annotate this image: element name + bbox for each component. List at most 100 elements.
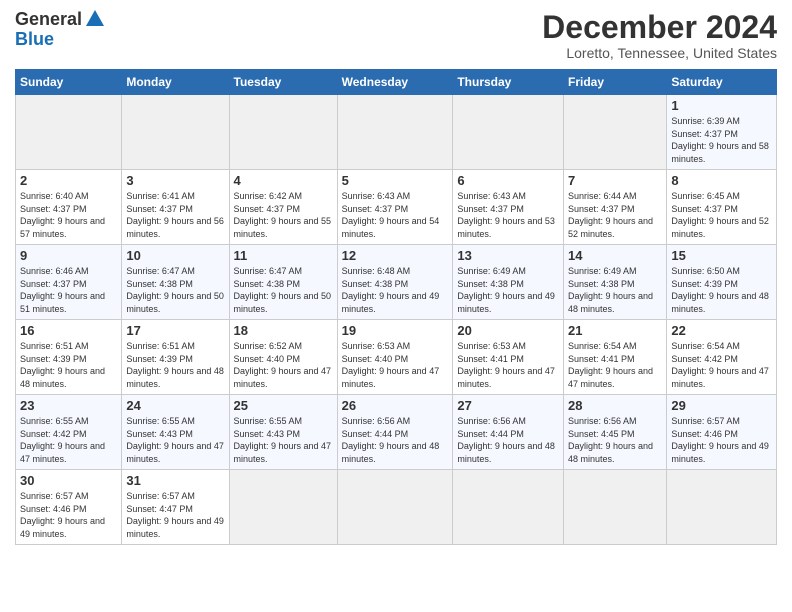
day-number: 10 xyxy=(126,248,224,263)
calendar-cell: 31 Sunrise: 6:57 AM Sunset: 4:47 PM Dayl… xyxy=(122,470,229,545)
header: General Blue December 2024 Loretto, Tenn… xyxy=(15,10,777,61)
day-info: Sunrise: 6:56 AM Sunset: 4:44 PM Dayligh… xyxy=(342,415,449,465)
day-info: Sunrise: 6:43 AM Sunset: 4:37 PM Dayligh… xyxy=(342,190,449,240)
calendar-cell: 21 Sunrise: 6:54 AM Sunset: 4:41 PM Dayl… xyxy=(564,320,667,395)
calendar-cell: 6 Sunrise: 6:43 AM Sunset: 4:37 PM Dayli… xyxy=(453,170,564,245)
day-info: Sunrise: 6:39 AM Sunset: 4:37 PM Dayligh… xyxy=(671,115,772,165)
day-number: 20 xyxy=(457,323,559,338)
day-info: Sunrise: 6:57 AM Sunset: 4:46 PM Dayligh… xyxy=(671,415,772,465)
calendar-cell: 16 Sunrise: 6:51 AM Sunset: 4:39 PM Dayl… xyxy=(16,320,122,395)
day-number: 13 xyxy=(457,248,559,263)
day-info: Sunrise: 6:48 AM Sunset: 4:38 PM Dayligh… xyxy=(342,265,449,315)
calendar-row: 30 Sunrise: 6:57 AM Sunset: 4:46 PM Dayl… xyxy=(16,470,777,545)
calendar-cell: 15 Sunrise: 6:50 AM Sunset: 4:39 PM Dayl… xyxy=(667,245,777,320)
day-number: 8 xyxy=(671,173,772,188)
calendar-cell: 11 Sunrise: 6:47 AM Sunset: 4:38 PM Dayl… xyxy=(229,245,337,320)
day-info: Sunrise: 6:49 AM Sunset: 4:38 PM Dayligh… xyxy=(568,265,662,315)
calendar-cell xyxy=(122,95,229,170)
day-number: 7 xyxy=(568,173,662,188)
col-sunday: Sunday xyxy=(16,70,122,95)
day-number: 11 xyxy=(234,248,333,263)
day-info: Sunrise: 6:44 AM Sunset: 4:37 PM Dayligh… xyxy=(568,190,662,240)
calendar-row: 16 Sunrise: 6:51 AM Sunset: 4:39 PM Dayl… xyxy=(16,320,777,395)
col-friday: Friday xyxy=(564,70,667,95)
calendar-row: 1 Sunrise: 6:39 AM Sunset: 4:37 PM Dayli… xyxy=(16,95,777,170)
day-number: 24 xyxy=(126,398,224,413)
calendar-cell: 24 Sunrise: 6:55 AM Sunset: 4:43 PM Dayl… xyxy=(122,395,229,470)
day-info: Sunrise: 6:55 AM Sunset: 4:42 PM Dayligh… xyxy=(20,415,117,465)
logo-icon xyxy=(84,8,106,30)
day-number: 1 xyxy=(671,98,772,113)
day-number: 19 xyxy=(342,323,449,338)
calendar-cell: 29 Sunrise: 6:57 AM Sunset: 4:46 PM Dayl… xyxy=(667,395,777,470)
calendar-cell xyxy=(453,470,564,545)
calendar-cell: 12 Sunrise: 6:48 AM Sunset: 4:38 PM Dayl… xyxy=(337,245,453,320)
day-info: Sunrise: 6:49 AM Sunset: 4:38 PM Dayligh… xyxy=(457,265,559,315)
logo-general: General xyxy=(15,10,82,30)
calendar-cell: 26 Sunrise: 6:56 AM Sunset: 4:44 PM Dayl… xyxy=(337,395,453,470)
day-info: Sunrise: 6:57 AM Sunset: 4:46 PM Dayligh… xyxy=(20,490,117,540)
calendar-row: 2 Sunrise: 6:40 AM Sunset: 4:37 PM Dayli… xyxy=(16,170,777,245)
day-info: Sunrise: 6:54 AM Sunset: 4:41 PM Dayligh… xyxy=(568,340,662,390)
day-info: Sunrise: 6:42 AM Sunset: 4:37 PM Dayligh… xyxy=(234,190,333,240)
col-thursday: Thursday xyxy=(453,70,564,95)
day-info: Sunrise: 6:57 AM Sunset: 4:47 PM Dayligh… xyxy=(126,490,224,540)
calendar-cell xyxy=(564,95,667,170)
day-info: Sunrise: 6:56 AM Sunset: 4:44 PM Dayligh… xyxy=(457,415,559,465)
calendar-cell: 7 Sunrise: 6:44 AM Sunset: 4:37 PM Dayli… xyxy=(564,170,667,245)
day-info: Sunrise: 6:43 AM Sunset: 4:37 PM Dayligh… xyxy=(457,190,559,240)
day-number: 22 xyxy=(671,323,772,338)
day-info: Sunrise: 6:47 AM Sunset: 4:38 PM Dayligh… xyxy=(234,265,333,315)
day-info: Sunrise: 6:51 AM Sunset: 4:39 PM Dayligh… xyxy=(126,340,224,390)
logo-blue: Blue xyxy=(15,30,54,50)
calendar-cell: 3 Sunrise: 6:41 AM Sunset: 4:37 PM Dayli… xyxy=(122,170,229,245)
day-info: Sunrise: 6:50 AM Sunset: 4:39 PM Dayligh… xyxy=(671,265,772,315)
day-number: 12 xyxy=(342,248,449,263)
day-number: 4 xyxy=(234,173,333,188)
month-title: December 2024 xyxy=(542,10,777,45)
day-info: Sunrise: 6:55 AM Sunset: 4:43 PM Dayligh… xyxy=(126,415,224,465)
day-info: Sunrise: 6:45 AM Sunset: 4:37 PM Dayligh… xyxy=(671,190,772,240)
day-number: 27 xyxy=(457,398,559,413)
calendar-cell: 28 Sunrise: 6:56 AM Sunset: 4:45 PM Dayl… xyxy=(564,395,667,470)
calendar-cell xyxy=(229,470,337,545)
calendar-cell: 30 Sunrise: 6:57 AM Sunset: 4:46 PM Dayl… xyxy=(16,470,122,545)
calendar-cell: 2 Sunrise: 6:40 AM Sunset: 4:37 PM Dayli… xyxy=(16,170,122,245)
calendar-cell xyxy=(453,95,564,170)
calendar-cell: 9 Sunrise: 6:46 AM Sunset: 4:37 PM Dayli… xyxy=(16,245,122,320)
calendar-cell xyxy=(16,95,122,170)
day-info: Sunrise: 6:55 AM Sunset: 4:43 PM Dayligh… xyxy=(234,415,333,465)
calendar-cell: 19 Sunrise: 6:53 AM Sunset: 4:40 PM Dayl… xyxy=(337,320,453,395)
calendar-cell: 4 Sunrise: 6:42 AM Sunset: 4:37 PM Dayli… xyxy=(229,170,337,245)
day-number: 25 xyxy=(234,398,333,413)
calendar-cell: 20 Sunrise: 6:53 AM Sunset: 4:41 PM Dayl… xyxy=(453,320,564,395)
calendar-cell xyxy=(337,95,453,170)
day-info: Sunrise: 6:41 AM Sunset: 4:37 PM Dayligh… xyxy=(126,190,224,240)
day-number: 15 xyxy=(671,248,772,263)
location: Loretto, Tennessee, United States xyxy=(542,45,777,61)
calendar-row: 9 Sunrise: 6:46 AM Sunset: 4:37 PM Dayli… xyxy=(16,245,777,320)
calendar-cell: 27 Sunrise: 6:56 AM Sunset: 4:44 PM Dayl… xyxy=(453,395,564,470)
day-info: Sunrise: 6:47 AM Sunset: 4:38 PM Dayligh… xyxy=(126,265,224,315)
day-number: 21 xyxy=(568,323,662,338)
logo: General Blue xyxy=(15,10,106,50)
col-saturday: Saturday xyxy=(667,70,777,95)
day-number: 14 xyxy=(568,248,662,263)
day-number: 30 xyxy=(20,473,117,488)
calendar-cell xyxy=(229,95,337,170)
calendar-cell: 10 Sunrise: 6:47 AM Sunset: 4:38 PM Dayl… xyxy=(122,245,229,320)
calendar-cell: 8 Sunrise: 6:45 AM Sunset: 4:37 PM Dayli… xyxy=(667,170,777,245)
calendar-cell xyxy=(337,470,453,545)
main-container: General Blue December 2024 Loretto, Tenn… xyxy=(0,0,792,555)
col-tuesday: Tuesday xyxy=(229,70,337,95)
day-number: 29 xyxy=(671,398,772,413)
calendar-cell: 17 Sunrise: 6:51 AM Sunset: 4:39 PM Dayl… xyxy=(122,320,229,395)
day-number: 9 xyxy=(20,248,117,263)
col-wednesday: Wednesday xyxy=(337,70,453,95)
day-info: Sunrise: 6:51 AM Sunset: 4:39 PM Dayligh… xyxy=(20,340,117,390)
day-info: Sunrise: 6:46 AM Sunset: 4:37 PM Dayligh… xyxy=(20,265,117,315)
day-number: 26 xyxy=(342,398,449,413)
day-number: 2 xyxy=(20,173,117,188)
title-area: December 2024 Loretto, Tennessee, United… xyxy=(542,10,777,61)
day-info: Sunrise: 6:40 AM Sunset: 4:37 PM Dayligh… xyxy=(20,190,117,240)
